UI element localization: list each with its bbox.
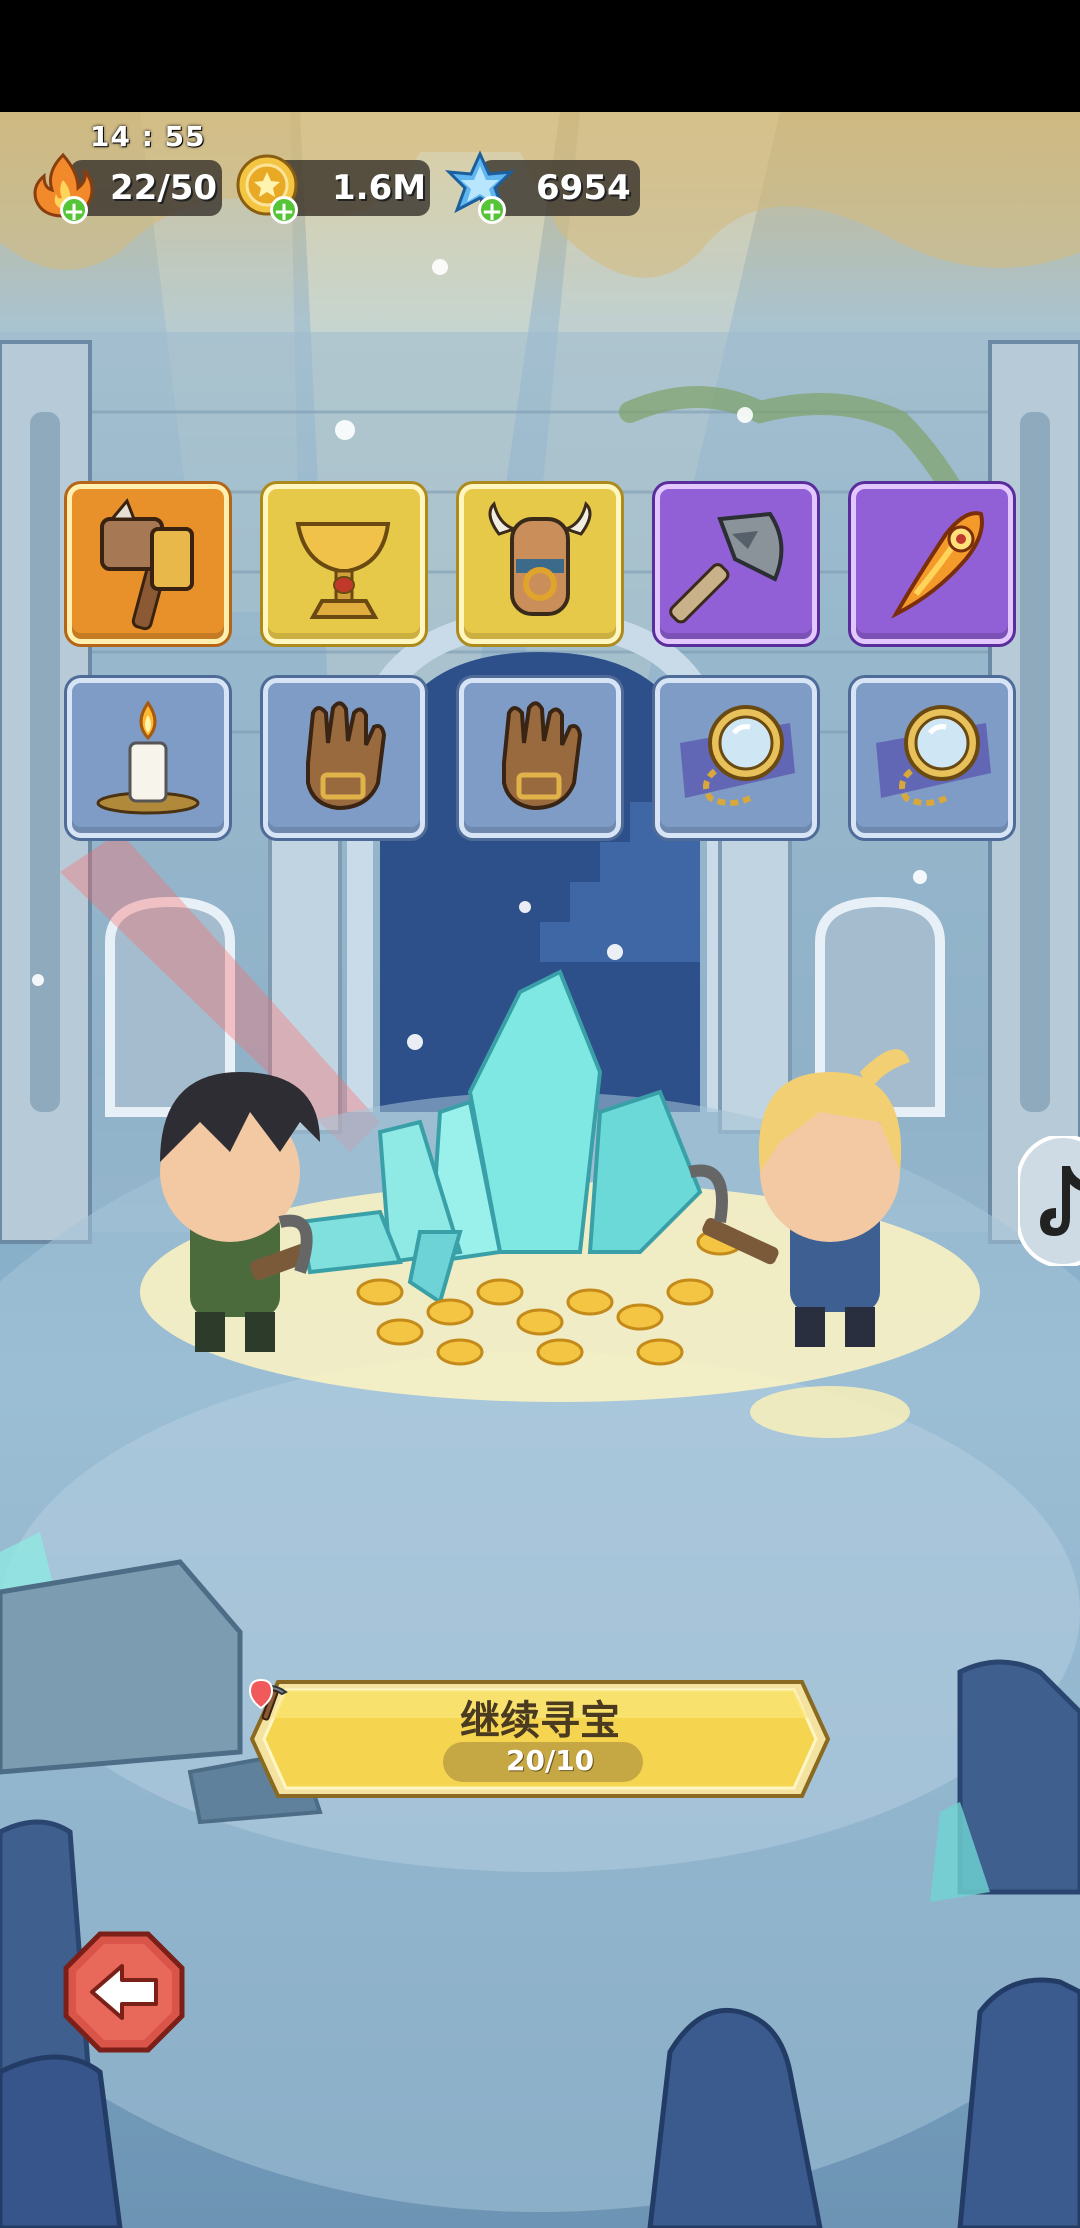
item-slot-10[interactable] — [851, 678, 1013, 838]
item-slot-2[interactable] — [263, 484, 425, 644]
item-slot-5[interactable] — [851, 484, 1013, 644]
continue-button-label: 继续寻宝 — [460, 1698, 620, 1744]
energy-add-icon[interactable]: + — [60, 196, 88, 225]
energy-value: 22/50 — [110, 168, 218, 208]
crystals-add-icon[interactable]: + — [478, 196, 506, 225]
item-slot-1[interactable] — [67, 484, 229, 644]
item-slot-6[interactable] — [67, 678, 229, 838]
item-slot-8[interactable] — [459, 678, 621, 838]
crystals-value: 6954 — [536, 168, 631, 208]
item-slot-4[interactable] — [655, 484, 817, 644]
notification-dot-icon — [248, 1678, 274, 1710]
game-screen: 14 : 55 22/50 + 1.6M + 6954 + 继续寻宝 20/10 — [0, 0, 1080, 2228]
tiktok-floating-icon[interactable] — [1018, 1136, 1080, 1266]
phoenix-feather-icon — [890, 511, 984, 619]
status-bar-background — [0, 0, 1080, 112]
back-button[interactable] — [62, 1930, 186, 2054]
leather-glove-icon — [502, 701, 583, 811]
item-slot-3[interactable] — [459, 484, 621, 644]
pickaxe-count: 20/10 — [506, 1744, 595, 1777]
candle-icon — [96, 700, 200, 815]
war-hammer-icon — [100, 498, 194, 631]
item-slot-9[interactable] — [655, 678, 817, 838]
continue-treasure-hunt-button[interactable]: 继续寻宝 20/10 — [248, 1678, 832, 1800]
item-slot-7[interactable] — [263, 678, 425, 838]
golden-chalice-icon — [295, 522, 391, 619]
coins-value: 1.6M — [332, 168, 427, 208]
clock: 14 : 55 — [90, 120, 206, 153]
leather-glove-icon — [306, 701, 387, 811]
magnifying-glass-icon — [876, 705, 991, 806]
treasure-cave-scene — [0, 112, 1080, 2228]
stone-axe-icon — [669, 511, 784, 624]
cave-background — [0, 112, 1080, 2228]
magnifying-glass-icon — [680, 705, 795, 806]
horned-totem-icon — [488, 501, 592, 616]
coins-add-icon[interactable]: + — [270, 196, 298, 225]
